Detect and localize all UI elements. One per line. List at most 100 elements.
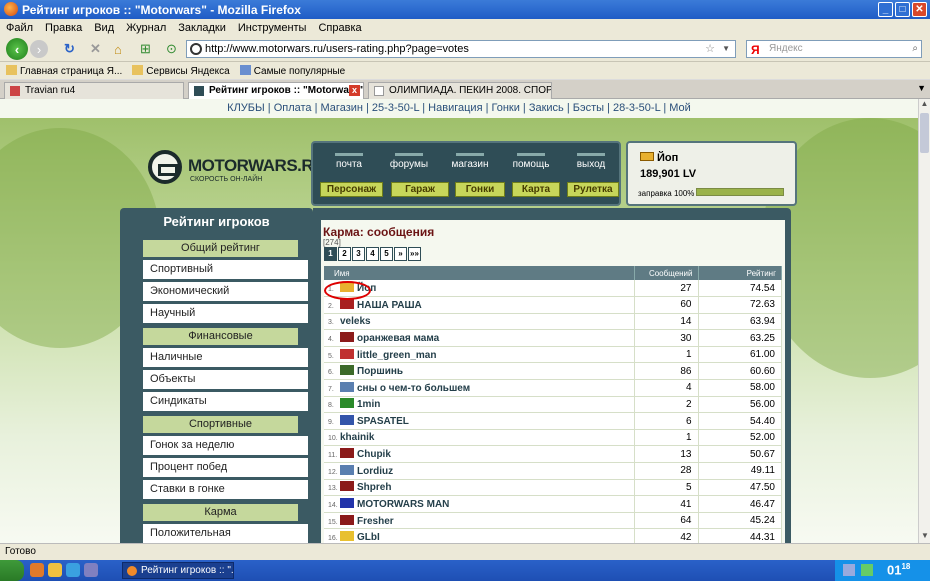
menu-bookmarks[interactable]: Закладки [178,22,226,34]
page-link[interactable]: 2 [338,247,351,261]
search-icon[interactable]: ⌕ [912,41,918,57]
player-cell[interactable]: 3. veleks [324,313,635,331]
player-name[interactable]: сны о чем-то большем [357,383,470,394]
player-cell[interactable]: 15. Fresher [324,512,635,530]
bookmark-item[interactable]: Сервисы Яндекса [132,64,230,77]
player-name[interactable]: Lordiuz [357,466,393,477]
player-name[interactable]: veleks [340,316,371,327]
player-name[interactable]: 1min [357,399,380,410]
menu-file[interactable]: Файл [6,22,33,34]
url-dropdown-icon[interactable]: ▼ [722,41,730,57]
player-name[interactable]: Chupik [357,449,391,460]
player-name[interactable]: оранжевая мама [357,333,439,344]
app-quicklaunch-icon[interactable] [66,563,80,577]
search-input[interactable]: Я Яндекс ⌕ [746,40,922,58]
page-link[interactable]: » [394,247,407,261]
menu-shop[interactable]: магазин [442,153,498,170]
column-rating[interactable]: Рейтинг [698,266,782,280]
url-bar[interactable]: http://www.motorwars.ru/users-rating.php… [186,40,736,58]
page-link[interactable]: »» [408,247,421,261]
bookmark-item[interactable]: Самые популярные [239,64,345,77]
tab-travian[interactable]: Travian ru4 [4,82,184,99]
stop-icon[interactable]: ✕ [90,39,101,59]
bookmark-item[interactable]: Главная страница Я... [6,64,122,77]
app-quicklaunch-icon[interactable] [84,563,98,577]
page-link[interactable]: 1 [324,247,337,261]
close-tab-icon[interactable]: x [349,85,360,96]
tray-icon[interactable] [861,564,873,576]
column-messages[interactable]: Сообщений [634,266,699,280]
forward-button[interactable]: › [30,40,48,58]
menu-help-link[interactable]: помощь [503,153,559,170]
scroll-down-icon[interactable]: ▼ [919,531,930,543]
menu-tools[interactable]: Инструменты [238,22,307,34]
bookmark-star-icon[interactable]: ☆ [705,41,715,57]
player-cell[interactable]: 13. Shpreh [324,479,635,497]
site-logo[interactable]: MOTORWARS.RU СКОРОСТЬ ОН-ЛАЙН [148,150,325,190]
site-top-nav[interactable]: КЛУБЫ | Оплата | Магазин | 25-3-50-L | Н… [0,99,918,118]
player-cell[interactable]: 12. Lordiuz [324,462,635,480]
player-cell[interactable]: 11. Chupik [324,445,635,464]
firefox-quicklaunch-icon[interactable] [30,563,44,577]
folder-quicklaunch-icon[interactable] [48,563,62,577]
player-cell[interactable]: 6. Поршинь [324,362,635,381]
player-cell[interactable]: 2. НАША РАША [324,296,635,314]
player-cell[interactable]: 16. GLbI [324,528,635,543]
sidebar-item[interactable]: Синдикаты [143,392,308,411]
sidebar-item[interactable]: Процент побед [143,458,308,477]
player-cell[interactable]: 4. оранжевая мама [324,329,635,347]
taskbar-window-item[interactable]: Рейтинг игроков :: "... [122,562,234,579]
player-name[interactable]: НАША РАША [357,300,422,311]
sidebar-item[interactable]: Наличные [143,348,308,367]
player-cell[interactable]: 7. сны о чем-то большем [324,379,635,397]
menu-history[interactable]: Журнал [126,22,166,34]
start-button[interactable] [0,560,24,581]
player-cell[interactable]: 5. little_green_man [324,346,635,364]
tab-rating[interactable]: Рейтинг игроков :: "Motorwars" x [188,82,364,100]
reload-icon[interactable]: ↻ [64,39,75,59]
player-name[interactable]: SPASATEL [357,416,409,427]
tab-list-icon[interactable]: ▼ [917,83,926,93]
menu-help[interactable]: Справка [318,22,361,34]
map-button[interactable]: Карта [512,182,560,197]
player-cell[interactable]: 14. MOTORWARS MAN [324,495,635,513]
new-tab-icon[interactable]: ⊞ [140,39,151,59]
sidebar-item[interactable]: Научный [143,304,308,323]
sidebar-item[interactable]: Гонок за неделю [143,436,308,455]
maximize-button[interactable]: □ [895,2,910,17]
page-link[interactable]: 4 [366,247,379,261]
menu-view[interactable]: Вид [94,22,114,34]
tray-icon[interactable] [843,564,855,576]
minimize-button[interactable]: _ [878,2,893,17]
column-name[interactable]: Имя [324,266,635,280]
home-icon[interactable]: ⌂ [114,39,122,59]
player-name[interactable]: little_green_man [357,350,436,361]
player-name[interactable]: khainik [340,432,374,443]
sidebar-item[interactable]: Объекты [143,370,308,389]
menu-edit[interactable]: Правка [45,22,82,34]
menu-logout[interactable]: выход [563,153,619,170]
player-name[interactable]: MOTORWARS MAN [357,499,449,510]
sidebar-item[interactable]: Ставки в гонке [143,480,308,499]
scrollbar-thumb[interactable] [920,113,929,153]
player-name[interactable]: Поршинь [357,366,403,377]
menu-mail[interactable]: почта [321,153,377,170]
sidebar-item[interactable]: Экономический [143,282,308,301]
page-link[interactable]: 5 [380,247,393,261]
back-button[interactable]: ‹ [6,38,28,60]
player-name[interactable]: GLbI [357,532,380,543]
page-link[interactable]: 3 [352,247,365,261]
player-cell[interactable]: 9. SPASATEL [324,412,635,430]
vertical-scrollbar[interactable]: ▲ ▼ [918,99,930,543]
user-name[interactable]: Йоп [640,152,678,164]
close-window-button[interactable]: ✕ [912,2,927,17]
player-cell[interactable]: 8. 1min [324,396,635,414]
tab-olympics[interactable]: ОЛИМПИАДА. ПЕКИН 2008. СПОРТ-Э... [368,82,552,99]
player-name[interactable]: Fresher [357,516,394,527]
garage-button[interactable]: Гараж [391,182,449,197]
player-cell[interactable]: 10. khainik [324,429,635,447]
roulette-button[interactable]: Рулетка [567,182,619,197]
menu-forums[interactable]: форумы [381,153,437,170]
sidebar-item[interactable]: Положительная [143,524,308,543]
sidebar-item[interactable]: Спортивный [143,260,308,279]
